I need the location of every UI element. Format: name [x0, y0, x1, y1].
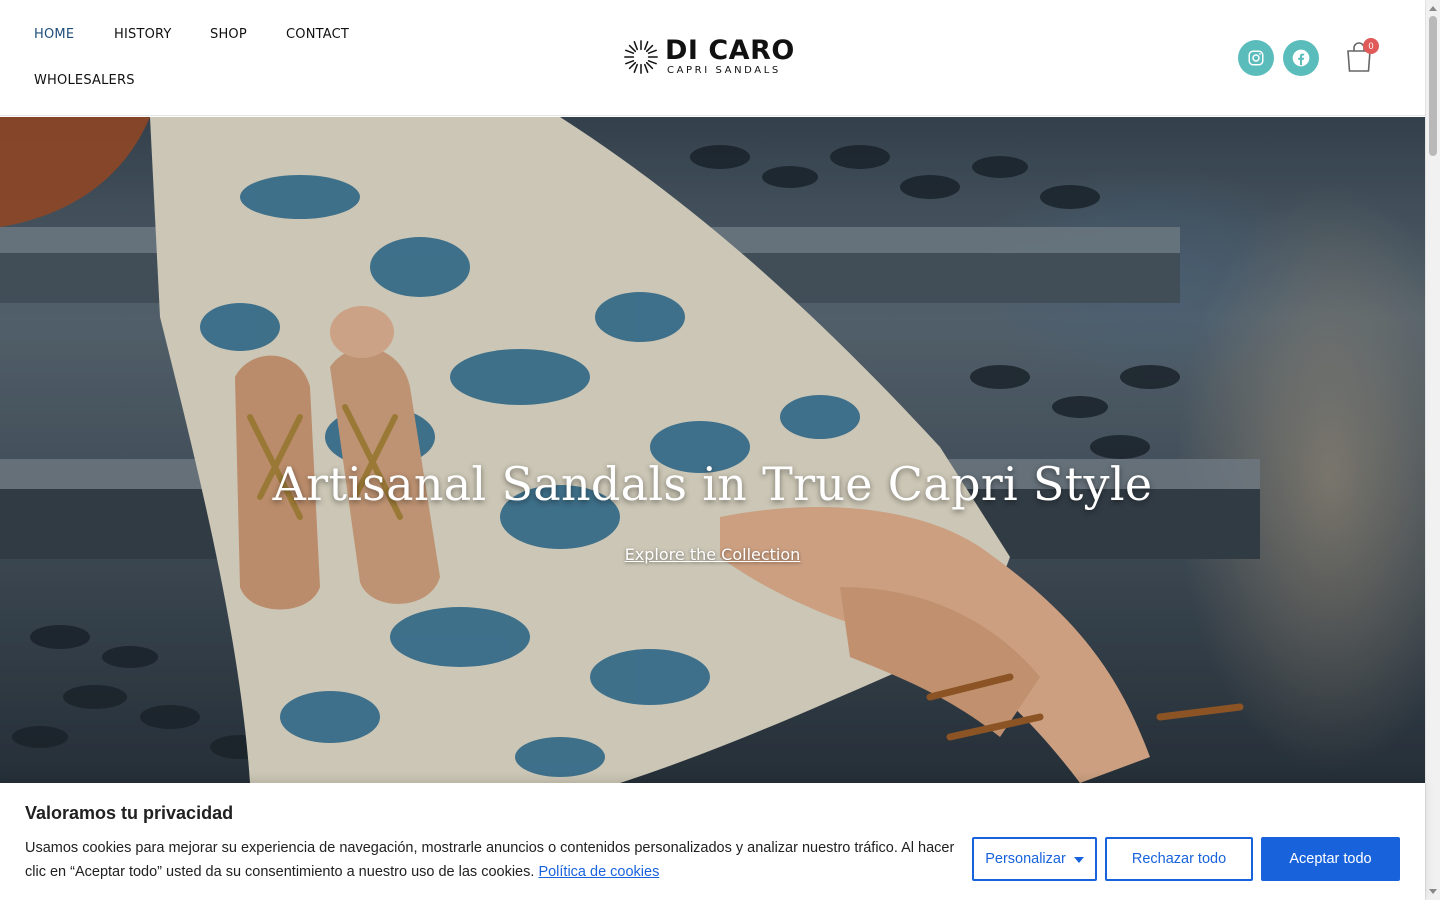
hero-title: Artisanal Sandals in True Capri Style	[272, 457, 1153, 511]
hero-banner: Artisanal Sandals in True Capri Style Ex…	[0, 117, 1425, 783]
reject-all-button[interactable]: Rechazar todo	[1105, 837, 1253, 881]
instagram-button[interactable]	[1238, 40, 1274, 76]
logo-subtitle: CAPRI SANDALS	[667, 65, 781, 76]
accept-all-button[interactable]: Aceptar todo	[1261, 837, 1400, 881]
caret-down-icon	[1073, 857, 1084, 863]
nav-home[interactable]: HOME	[34, 27, 74, 42]
nav-contact[interactable]: CONTACT	[286, 27, 349, 42]
scroll-down-icon[interactable]	[1429, 889, 1437, 894]
customize-button[interactable]: Personalizar	[972, 837, 1097, 881]
accept-label: Aceptar todo	[1289, 851, 1372, 867]
reject-label: Rechazar todo	[1131, 851, 1227, 867]
customize-label: Personalizar	[985, 851, 1066, 867]
cookie-description: Usamos cookies para mejorar su experienc…	[25, 836, 955, 884]
site-logo[interactable]: DI CARO CAPRI SANDALS	[622, 36, 802, 80]
hero-image	[0, 117, 1425, 783]
instagram-icon	[1248, 50, 1264, 66]
scroll-up-icon[interactable]	[1429, 6, 1437, 11]
site-header: HOME HISTORY SHOP CONTACT WHOLESALERS DI…	[0, 0, 1425, 116]
nav-history[interactable]: HISTORY	[114, 27, 172, 42]
cart-count-badge: 0	[1363, 38, 1379, 54]
scroll-thumb[interactable]	[1429, 16, 1437, 156]
nav-shop[interactable]: SHOP	[210, 27, 247, 42]
nav-wholesalers[interactable]: WHOLESALERS	[34, 73, 135, 88]
facebook-icon	[1292, 49, 1310, 67]
page-scrollbar[interactable]	[1425, 0, 1440, 900]
cookie-text: Usamos cookies para mejorar su experienc…	[25, 840, 955, 880]
logo-title: DI CARO	[665, 35, 795, 66]
cookie-consent-banner: Valoramos tu privacidad Usamos cookies p…	[0, 783, 1425, 900]
facebook-button[interactable]	[1283, 40, 1319, 76]
sun-logo-icon	[624, 40, 658, 74]
cookie-title: Valoramos tu privacidad	[25, 803, 234, 823]
cookie-policy-link[interactable]: Política de cookies	[538, 864, 659, 880]
explore-collection-link[interactable]: Explore the Collection	[0, 545, 1425, 564]
